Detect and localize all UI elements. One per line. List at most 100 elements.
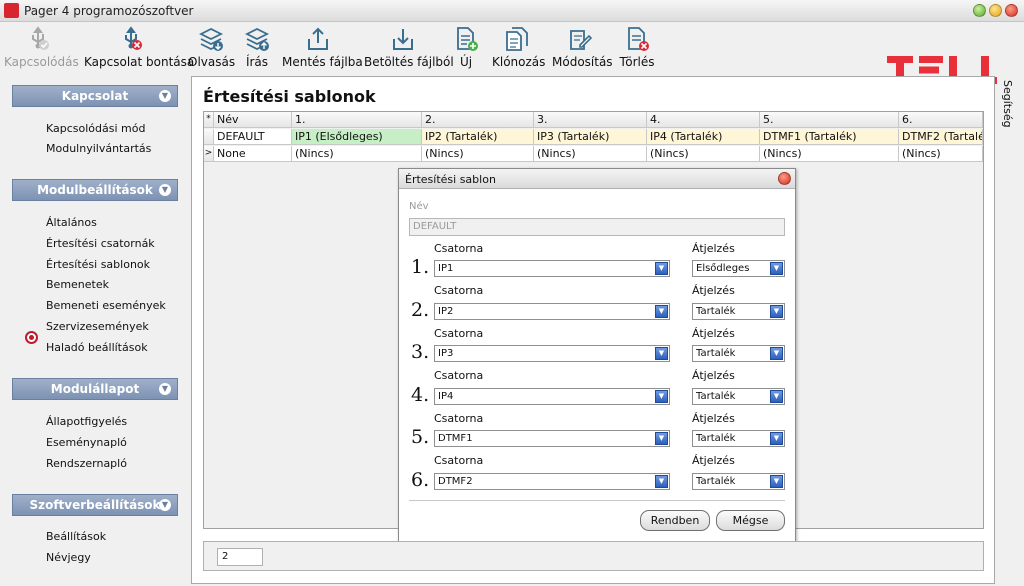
maximize-button[interactable] (989, 4, 1002, 17)
channel-label: Csatorna (434, 454, 484, 467)
channel-select[interactable]: IP1 ▼ (434, 260, 670, 277)
copy-document-icon (506, 27, 528, 51)
new-button[interactable]: Új (450, 22, 482, 74)
dropdown-arrow-icon: ▼ (770, 305, 783, 318)
minimize-button[interactable] (973, 4, 986, 17)
channel-select[interactable]: IP2 ▼ (434, 303, 670, 320)
sidebar-item-status-monitor[interactable]: Állapotfigyelés (46, 415, 127, 428)
sidebar-item-notification-templates[interactable]: Értesítési sablonok (46, 258, 150, 271)
name-label: Név (409, 201, 429, 212)
ok-button[interactable]: Rendben (640, 510, 710, 531)
channel-select[interactable]: IP3 ▼ (434, 345, 670, 362)
dropdown-arrow-icon: ▼ (655, 475, 668, 488)
column-header[interactable]: 6. (899, 112, 983, 128)
sidebar-item-notification-channels[interactable]: Értesítési csatornák (46, 237, 155, 250)
chevron-down-icon: ▼ (159, 90, 171, 102)
chevron-down-icon: ▼ (159, 383, 171, 395)
table-cell[interactable]: DEFAULT (214, 129, 292, 145)
layers-upload-icon (244, 27, 270, 51)
section-module-settings[interactable]: Modulbeállítások ▼ (12, 179, 178, 201)
sidebar-item-system-log[interactable]: Rendszernapló (46, 457, 127, 470)
column-header[interactable]: 2. (422, 112, 534, 128)
sidebar-item-inputs[interactable]: Bemenetek (46, 278, 109, 291)
table-cell[interactable]: (Nincs) (899, 146, 983, 162)
table-cell[interactable]: (Nincs) (422, 146, 534, 162)
type-select[interactable]: Tartalék ▼ (692, 303, 785, 320)
name-field[interactable]: DEFAULT (409, 218, 785, 236)
channel-select[interactable]: DTMF1 ▼ (434, 430, 670, 447)
section-software-settings[interactable]: Szoftverbeállítások ▼ (12, 494, 178, 516)
sidebar-item-settings[interactable]: Beállítások (46, 530, 106, 543)
dropdown-arrow-icon: ▼ (655, 347, 668, 360)
table-row[interactable]: > None (Nincs) (Nincs) (Nincs) (Nincs) (… (204, 146, 983, 162)
type-label: Átjelzés (692, 454, 735, 467)
app-icon (4, 3, 19, 18)
dialog-close-icon[interactable] (778, 172, 791, 185)
load-from-file-button[interactable]: Betöltés fájlból (364, 22, 454, 74)
delete-document-icon (628, 27, 649, 51)
table-cell[interactable]: None (214, 146, 292, 162)
read-button[interactable]: Olvasás (188, 22, 235, 74)
column-header[interactable]: 5. (760, 112, 899, 128)
sidebar: Kapcsolat ▼ Kapcsolódási mód Modulnyilván… (0, 74, 190, 586)
dropdown-arrow-icon: ▼ (770, 432, 783, 445)
table-row[interactable]: DEFAULT IP1 (Elsődleges) IP2 (Tartalék) … (204, 129, 983, 145)
section-module-status[interactable]: Modulállapot ▼ (12, 378, 178, 400)
table-cell[interactable]: (Nincs) (647, 146, 760, 162)
table-cell[interactable]: (Nincs) (534, 146, 647, 162)
channel-select[interactable]: DTMF2 ▼ (434, 473, 670, 490)
type-select[interactable]: Tartalék ▼ (692, 473, 785, 490)
disconnect-button[interactable]: Kapcsolat bontása (84, 22, 194, 74)
table-cell[interactable]: DTMF2 (Tartalék) (899, 129, 983, 145)
write-button[interactable]: Írás (238, 22, 276, 74)
dropdown-arrow-icon: ▼ (770, 390, 783, 403)
table-cell[interactable]: DTMF1 (Tartalék) (760, 129, 899, 145)
dialog-divider (409, 500, 785, 501)
row-indicator (204, 129, 214, 145)
download-tray-icon (393, 29, 413, 50)
help-tab[interactable]: Segítség (997, 76, 1024, 584)
table-cell[interactable]: (Nincs) (292, 146, 422, 162)
new-document-icon (457, 27, 478, 51)
channel-select[interactable]: IP4 ▼ (434, 388, 670, 405)
edit-button[interactable]: Módosítás (552, 22, 613, 74)
column-header[interactable]: Név (214, 112, 292, 128)
cancel-button[interactable]: Mégse (716, 510, 785, 531)
new-row-marker: * (204, 112, 214, 128)
sidebar-item-module-registry[interactable]: Modulnyilvántartás (46, 142, 151, 155)
delete-button[interactable]: Törlés (618, 22, 656, 74)
page-title: Értesítési sablonok (203, 87, 376, 106)
type-select[interactable]: Tartalék ▼ (692, 430, 785, 447)
row-number: 4. (411, 384, 430, 406)
type-select[interactable]: Tartalék ▼ (692, 345, 785, 362)
table-cell[interactable]: (Nincs) (760, 146, 899, 162)
dropdown-arrow-icon: ▼ (770, 475, 783, 488)
table-cell[interactable]: IP1 (Elsődleges) (292, 129, 422, 145)
close-window-button[interactable] (1005, 4, 1018, 17)
save-to-file-button[interactable]: Mentés fájlba (282, 22, 363, 74)
dialog-header: Értesítési sablon (399, 169, 795, 189)
table-cell[interactable]: IP3 (Tartalék) (534, 129, 647, 145)
column-header[interactable]: 4. (647, 112, 760, 128)
column-header[interactable]: 1. (292, 112, 422, 128)
table-cell[interactable]: IP4 (Tartalék) (647, 129, 760, 145)
sidebar-item-input-events[interactable]: Bemeneti események (46, 299, 166, 312)
sidebar-item-advanced-settings[interactable]: Haladó beállítások (46, 341, 148, 354)
column-header[interactable]: 3. (534, 112, 647, 128)
type-label: Átjelzés (692, 327, 735, 340)
type-select[interactable]: Elsődleges ▼ (692, 260, 785, 277)
connect-button[interactable]: Kapcsolódás (4, 22, 79, 74)
sidebar-item-event-log[interactable]: Eseménynapló (46, 436, 127, 449)
toolbar: Kapcsolódás Kapcsolat bontása Olvasás Ír… (0, 22, 1024, 84)
table-cell[interactable]: IP2 (Tartalék) (422, 129, 534, 145)
type-select[interactable]: Tartalék ▼ (692, 388, 785, 405)
row-number: 2. (411, 299, 430, 321)
sidebar-item-general[interactable]: Általános (46, 216, 97, 229)
section-connection[interactable]: Kapcsolat ▼ (12, 85, 178, 107)
sidebar-item-connection-mode[interactable]: Kapcsolódási mód (46, 122, 145, 135)
title-bar: Pager 4 programozószoftver (0, 0, 1024, 22)
clone-button[interactable]: Klónozás (492, 22, 545, 74)
sidebar-item-service-events[interactable]: Szervizesemények (46, 320, 149, 333)
channel-label: Csatorna (434, 284, 484, 297)
sidebar-item-about[interactable]: Névjegy (46, 551, 91, 564)
